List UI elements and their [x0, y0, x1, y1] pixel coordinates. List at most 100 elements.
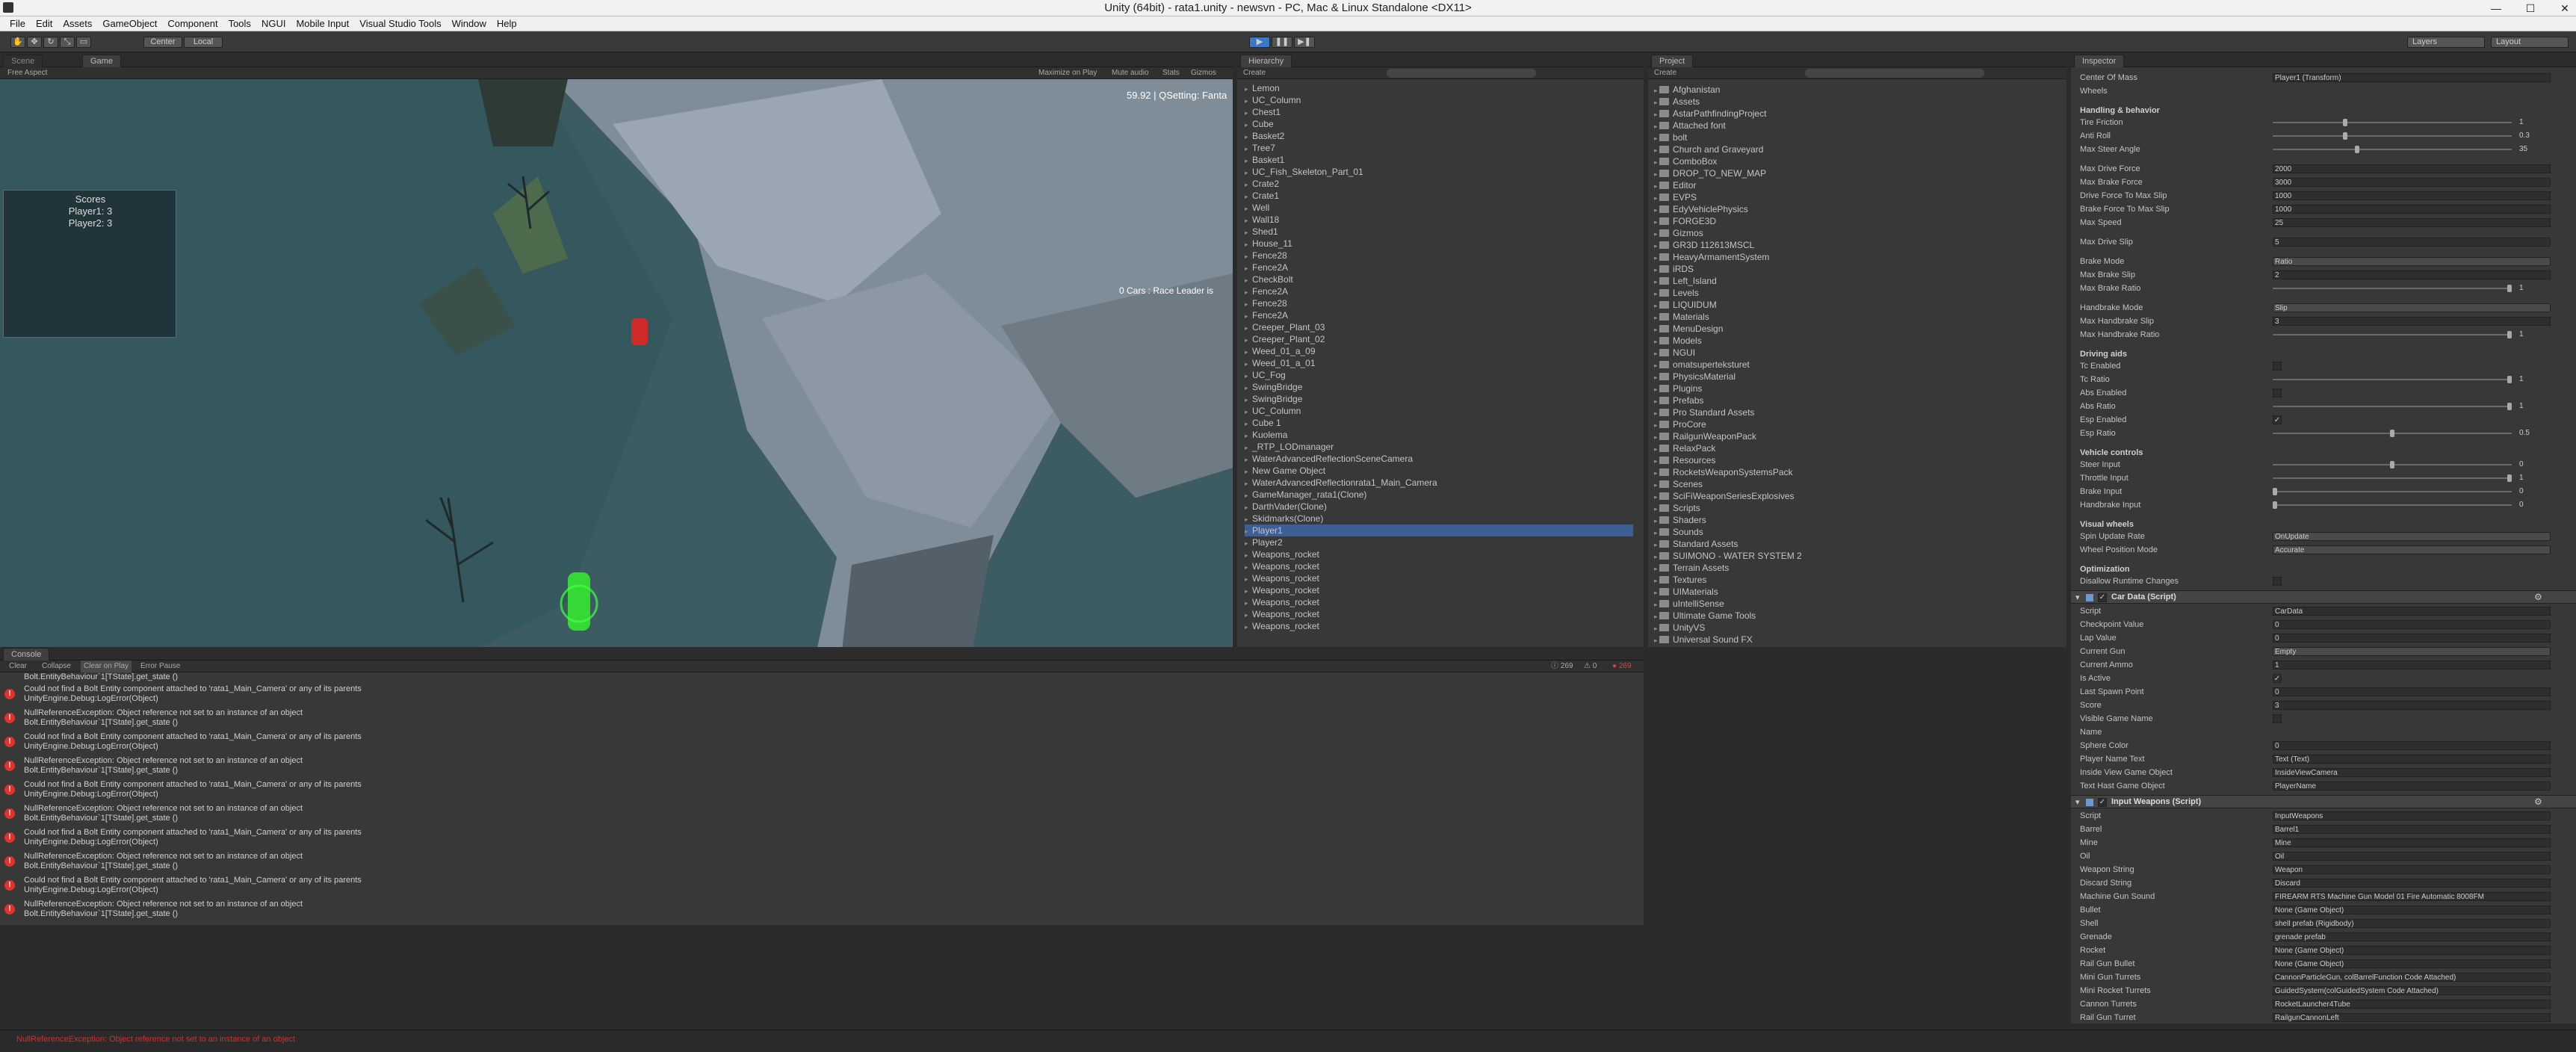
slider-knob[interactable]	[2273, 488, 2277, 495]
field-slider[interactable]: 1	[2273, 375, 2551, 384]
expand-arrow-icon[interactable]: ▸	[1654, 326, 1659, 333]
menu-assets[interactable]: Assets	[58, 18, 97, 29]
hierarchy-item[interactable]: ▸ UC_Fish_Skeleton_Part_01	[1245, 166, 1363, 178]
field-value[interactable]: None (Game Object)	[2273, 946, 2551, 955]
expand-arrow-icon[interactable]: ▸	[1654, 254, 1659, 262]
project-folder[interactable]: ▸ RelaxPack	[1654, 442, 1715, 454]
field-value[interactable]: grenade prefab	[2273, 932, 2551, 941]
project-folder[interactable]: ▸ Resources	[1654, 454, 1715, 466]
expand-arrow-icon[interactable]: ▸	[1654, 242, 1659, 250]
field-checkbox[interactable]	[2273, 389, 2282, 397]
expand-arrow-icon[interactable]: ▸	[1654, 457, 1659, 465]
expand-arrow-icon[interactable]: ▸	[1245, 286, 1252, 298]
project-folder[interactable]: ▸ PhysicsMaterial	[1654, 371, 1736, 383]
expand-arrow-icon[interactable]: ▸	[1654, 529, 1659, 536]
console-clear-button[interactable]: Clear	[9, 660, 27, 672]
field-checkbox[interactable]: ✓	[2273, 674, 2282, 683]
project-folder[interactable]: ▸ Church and Graveyard	[1654, 143, 1763, 155]
project-folder[interactable]: ▸ uIntelliSense	[1654, 598, 1724, 610]
field-dropdown[interactable]: Empty	[2273, 647, 2551, 656]
project-folder[interactable]: ▸ RocketsWeaponSystemsPack	[1654, 466, 1793, 478]
expand-arrow-icon[interactable]: ▸	[1654, 362, 1659, 369]
slider-value[interactable]: 0	[2519, 487, 2549, 496]
project-folder[interactable]: ▸ Standard Assets	[1654, 538, 1738, 550]
hierarchy-search-input[interactable]	[1387, 69, 1536, 78]
project-folder[interactable]: ▸ Gizmos	[1654, 227, 1703, 239]
hierarchy-item[interactable]: ▸ UC_Column	[1245, 94, 1301, 106]
expand-arrow-icon[interactable]: ▸	[1245, 95, 1252, 107]
project-folder[interactable]: ▸ Weapons	[1654, 646, 1710, 647]
error-count[interactable]: ● 269	[1612, 660, 1632, 672]
slider-knob[interactable]	[2390, 461, 2394, 468]
field-slider[interactable]: 0	[2273, 487, 2551, 496]
expand-arrow-icon[interactable]: ▸	[1654, 433, 1659, 441]
pivot-center-button[interactable]: Center	[143, 37, 182, 48]
menu-visual-studio-tools[interactable]: Visual Studio Tools	[354, 18, 446, 29]
component-header[interactable]: ▾ ✓ Car Data (Script) ⚙	[2071, 590, 2576, 604]
expand-arrow-icon[interactable]: ▸	[1654, 397, 1659, 405]
project-folder[interactable]: ▸ omatsuperteksturet	[1654, 359, 1750, 371]
hierarchy-item[interactable]: ▸ Player2	[1245, 536, 1283, 548]
tab-project[interactable]: Project	[1651, 55, 1694, 67]
project-folder[interactable]: ▸ UIMaterials	[1654, 586, 1718, 598]
field-value[interactable]: 0	[2273, 687, 2551, 696]
expand-arrow-icon[interactable]: ▸	[1654, 577, 1659, 584]
expand-arrow-icon[interactable]: ▸	[1654, 493, 1659, 501]
project-folder[interactable]: ▸ RailgunWeaponPack	[1654, 430, 1756, 442]
project-folder[interactable]: ▸ SciFiWeaponSeriesExplosives	[1654, 490, 1795, 502]
expand-arrow-icon[interactable]: ▸	[1654, 613, 1659, 620]
slider-value[interactable]: 1	[2519, 330, 2549, 339]
hierarchy-item[interactable]: ▸ Creeper_Plant_02	[1245, 333, 1325, 345]
component-settings-gear-icon[interactable]: ⚙	[2534, 592, 2542, 602]
expand-arrow-icon[interactable]: ▸	[1245, 298, 1252, 310]
expand-arrow-icon[interactable]: ▸	[1654, 302, 1659, 309]
hand-tool-icon[interactable]: ✋	[10, 37, 25, 48]
foldout-arrow-icon[interactable]: ▾	[2075, 592, 2080, 602]
field-value[interactable]: InsideViewCamera	[2273, 768, 2551, 777]
console-entry[interactable]: ! Could not find a Bolt Entity component …	[0, 779, 1233, 802]
slider-value[interactable]: 0.3	[2519, 132, 2549, 140]
project-folder[interactable]: ▸ bolt	[1654, 132, 1687, 143]
project-folder[interactable]: ▸ Assets	[1654, 96, 1700, 108]
project-folder[interactable]: ▸ Plugins	[1654, 383, 1702, 394]
project-folder[interactable]: ▸ LIQUIDUM	[1654, 299, 1717, 311]
hierarchy-item[interactable]: ▸ WaterAdvancedReflectionSceneCamera	[1245, 453, 1413, 465]
expand-arrow-icon[interactable]: ▸	[1654, 553, 1659, 560]
tab-game[interactable]: Game	[82, 55, 121, 67]
expand-arrow-icon[interactable]: ▸	[1654, 99, 1659, 106]
field-slider[interactable]: 0	[2273, 501, 2551, 510]
expand-arrow-icon[interactable]: ▸	[1654, 517, 1659, 525]
maximize-icon[interactable]: ☐	[2524, 0, 2537, 16]
slider-knob[interactable]	[2507, 474, 2512, 482]
expand-arrow-icon[interactable]: ▸	[1245, 573, 1252, 585]
slider-knob[interactable]	[2343, 119, 2347, 126]
expand-arrow-icon[interactable]: ▸	[1245, 549, 1252, 561]
field-dropdown[interactable]: Slip	[2273, 303, 2551, 312]
expand-arrow-icon[interactable]: ▸	[1245, 155, 1252, 167]
minimize-icon[interactable]: —	[2489, 0, 2503, 16]
console-entry[interactable]: ! Could not find a Bolt Entity component …	[0, 731, 1233, 755]
slider-value[interactable]: 35	[2519, 145, 2549, 154]
tab-hierarchy[interactable]: Hierarchy	[1240, 55, 1292, 67]
hierarchy-item[interactable]: ▸ GameManager_rata1(Clone)	[1245, 489, 1366, 501]
expand-arrow-icon[interactable]: ▸	[1654, 146, 1659, 154]
hierarchy-create-button[interactable]: Create	[1243, 67, 1266, 79]
field-slider[interactable]: 0.3	[2273, 132, 2551, 140]
hierarchy-item[interactable]: ▸ UC_Column	[1245, 405, 1301, 417]
field-dropdown[interactable]: Ratio	[2273, 257, 2551, 266]
rect-tool-icon[interactable]: ▭	[76, 37, 91, 48]
hierarchy-item[interactable]: ▸ Wall18	[1245, 214, 1279, 226]
expand-arrow-icon[interactable]: ▸	[1245, 370, 1252, 382]
hierarchy-item[interactable]: ▸ Weapons_rocket	[1245, 596, 1319, 608]
slider-value[interactable]: 1	[2519, 474, 2549, 483]
tab-scene[interactable]: Scene	[3, 55, 43, 67]
expand-arrow-icon[interactable]: ▸	[1245, 143, 1252, 155]
pause-button[interactable]: ❚❚	[1272, 37, 1292, 48]
slider-value[interactable]: 1	[2519, 118, 2549, 127]
field-checkbox[interactable]: ✓	[2273, 415, 2282, 424]
component-enabled-checkbox[interactable]: ✓	[2098, 593, 2107, 602]
slider-value[interactable]: 0	[2519, 501, 2549, 510]
field-value[interactable]: 5	[2273, 238, 2551, 247]
expand-arrow-icon[interactable]: ▸	[1245, 310, 1252, 322]
field-slider[interactable]: 1	[2273, 118, 2551, 127]
